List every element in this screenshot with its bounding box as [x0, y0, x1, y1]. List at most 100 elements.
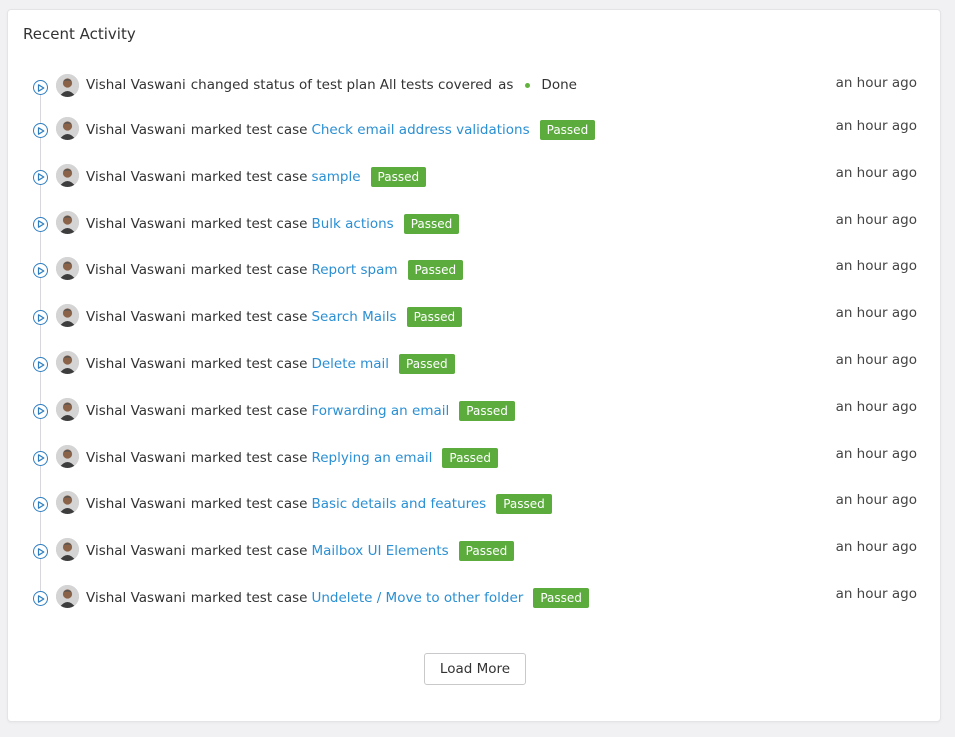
status-badge: Passed [539, 120, 596, 140]
user-avatar[interactable] [56, 117, 79, 140]
user-name[interactable]: Vishal Vaswani [86, 403, 186, 419]
play-circle-icon[interactable] [33, 310, 48, 326]
timestamp: an hour ago [835, 164, 917, 181]
action-text: marked test case [190, 168, 308, 185]
play-circle-icon[interactable] [33, 216, 48, 232]
test-case-link[interactable]: Basic details and features [311, 496, 486, 512]
play-circle-icon[interactable] [33, 497, 48, 513]
timestamp: an hour ago [835, 352, 917, 368]
action-text: marked test case [190, 496, 308, 513]
test-case-link[interactable]: Bulk actions [311, 216, 393, 232]
activity-row: Vishal Vaswani marked test case Report s… [8, 254, 940, 284]
status-badge: Passed [442, 447, 498, 468]
user-name[interactable]: Vishal Vaswani [86, 496, 186, 512]
play-circle-icon[interactable] [33, 450, 48, 466]
play-circle-icon[interactable] [33, 357, 48, 372]
action-text: marked test case [190, 590, 308, 606]
user-avatar[interactable] [56, 74, 79, 97]
user-name[interactable]: Vishal Vaswani [86, 169, 186, 185]
test-case-link[interactable]: Check email address validations [311, 122, 529, 138]
timestamp: an hour ago [835, 539, 917, 556]
activity-row: Vishal Vaswani changed status of test pl… [8, 71, 940, 101]
user-name[interactable]: Vishal Vaswani [86, 122, 186, 138]
user-avatar[interactable] [56, 304, 79, 328]
user-avatar[interactable] [56, 210, 79, 234]
activity-row: Vishal Vaswani marked test case Replying… [8, 442, 940, 472]
user-name[interactable]: Vishal Vaswani [86, 356, 186, 372]
user-avatar[interactable] [56, 351, 79, 374]
activity-row: Vishal Vaswani marked test case Search M… [8, 301, 940, 331]
card-title: Recent Activity [23, 25, 136, 43]
user-avatar[interactable] [56, 257, 79, 281]
user-avatar[interactable] [56, 491, 79, 515]
action-text: marked test case [190, 356, 308, 372]
activity-row: Vishal Vaswani marked test case sample P… [8, 161, 940, 191]
status-text: Done [541, 77, 577, 93]
user-name[interactable]: Vishal Vaswani [86, 543, 186, 559]
action-text: marked test case [190, 449, 308, 466]
status-badge: Passed [399, 354, 455, 374]
user-avatar[interactable] [56, 444, 79, 468]
play-circle-icon[interactable] [33, 80, 48, 95]
recent-activity-card: Recent Activity Vishal Vaswani changed s… [7, 9, 941, 722]
user-name[interactable]: Vishal Vaswani [86, 309, 186, 325]
status-badge: Passed [459, 400, 515, 421]
action-text: marked test case [190, 402, 308, 419]
activity-text: Vishal Vaswani changed status of test pl… [86, 77, 577, 93]
timestamp: an hour ago [835, 492, 917, 509]
play-circle-icon[interactable] [33, 263, 48, 279]
timestamp: an hour ago [835, 118, 917, 134]
test-case-link[interactable]: Replying an email [311, 450, 432, 466]
test-case-link[interactable]: Mailbox UI Elements [311, 543, 448, 559]
test-plan-name: All tests covered [379, 77, 493, 93]
action-text: changed status of test plan [190, 77, 376, 93]
test-case-link[interactable]: Delete mail [311, 356, 389, 372]
user-name[interactable]: Vishal Vaswani [86, 216, 186, 232]
play-circle-icon[interactable] [33, 544, 48, 560]
user-name[interactable]: Vishal Vaswani [86, 77, 186, 93]
activity-text: Vishal Vaswani marked test case Check em… [86, 120, 596, 140]
activity-row: Vishal Vaswani marked test case Delete m… [8, 348, 940, 378]
timestamp: an hour ago [835, 258, 917, 275]
test-case-link[interactable]: Undelete / Move to other folder [311, 590, 523, 606]
play-circle-icon[interactable] [33, 123, 48, 138]
user-avatar[interactable] [56, 585, 79, 608]
timestamp: an hour ago [835, 445, 917, 462]
test-case-link[interactable]: Report spam [311, 262, 397, 278]
action-text: marked test case [190, 122, 308, 138]
status-badge: Passed [370, 166, 427, 187]
test-case-link[interactable]: Forwarding an email [311, 403, 449, 419]
activity-text: Vishal Vaswani marked test case Mailbox … [86, 541, 515, 562]
user-name[interactable]: Vishal Vaswani [86, 262, 186, 278]
play-circle-icon[interactable] [33, 169, 48, 185]
activity-row: Vishal Vaswani marked test case Bulk act… [8, 208, 940, 238]
timestamp: an hour ago [835, 586, 917, 602]
activity-text: Vishal Vaswani marked test case Bulk act… [86, 213, 460, 234]
status-badge: Passed [407, 260, 464, 281]
action-text: marked test case [190, 309, 308, 326]
status-badge: Passed [403, 213, 460, 234]
activity-text: Vishal Vaswani marked test case Undelete… [86, 588, 589, 608]
status-badge: Passed [406, 307, 463, 328]
activity-row: Vishal Vaswani marked test case Undelete… [8, 582, 940, 612]
test-case-link[interactable]: Search Mails [311, 309, 396, 325]
play-circle-icon[interactable] [33, 591, 48, 606]
timestamp: an hour ago [835, 75, 917, 91]
activity-row: Vishal Vaswani marked test case Forwardi… [8, 395, 940, 425]
user-avatar[interactable] [56, 538, 79, 562]
user-avatar[interactable] [56, 397, 79, 421]
connector-text: as [498, 77, 514, 93]
activity-row: Vishal Vaswani marked test case Mailbox … [8, 535, 940, 565]
test-case-link[interactable]: sample [311, 169, 360, 185]
status-badge: Passed [496, 494, 552, 515]
activity-text: Vishal Vaswani marked test case Replying… [86, 447, 498, 468]
status-badge: Passed [533, 588, 589, 608]
user-name[interactable]: Vishal Vaswani [86, 450, 186, 466]
play-circle-icon[interactable] [33, 403, 48, 419]
activity-text: Vishal Vaswani marked test case Report s… [86, 260, 464, 281]
load-more-button[interactable]: Load More [424, 653, 526, 685]
user-avatar[interactable] [56, 163, 79, 187]
user-name[interactable]: Vishal Vaswani [86, 590, 186, 606]
activity-text: Vishal Vaswani marked test case Basic de… [86, 494, 552, 515]
status-badge: Passed [458, 541, 515, 562]
